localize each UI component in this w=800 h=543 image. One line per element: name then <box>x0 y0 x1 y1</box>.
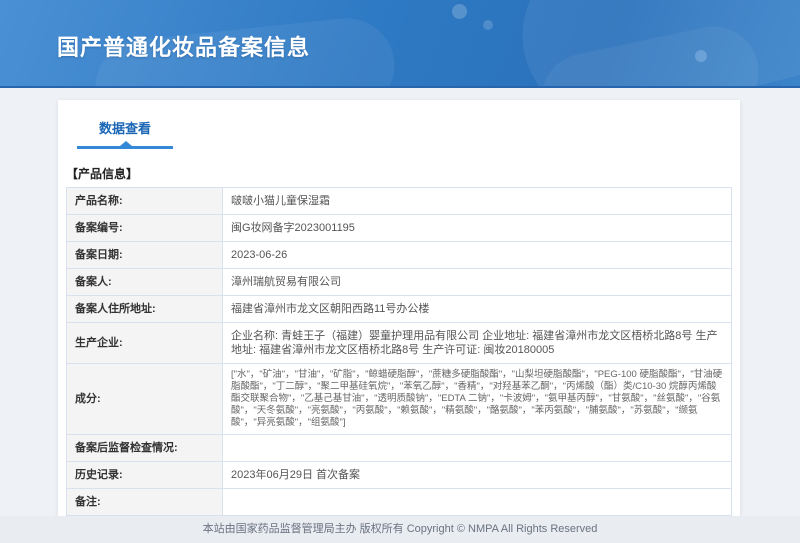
row-label: 产品名称: <box>67 188 223 215</box>
banner-decor-dot <box>695 50 707 62</box>
tab-bar: 数据查看 <box>58 100 740 149</box>
banner-decor-dot <box>483 20 493 30</box>
row-label: 备注: <box>67 489 223 516</box>
row-label: 备案后监督检查情况: <box>67 435 223 462</box>
row-label: 备案人: <box>67 269 223 296</box>
page-footer: 本站由国家药品监督管理局主办 版权所有 Copyright © NMPA All… <box>0 516 800 543</box>
table-row-supervision-check: 备案后监督检查情况: <box>67 435 732 462</box>
tab-active-arrow-icon <box>120 141 132 146</box>
table-row-registrant: 备案人: 漳州瑞航贸易有限公司 <box>67 269 732 296</box>
table-row-remarks: 备注: <box>67 489 732 516</box>
content-card: 数据查看 【产品信息】 产品名称: 啵啵小猫儿童保湿霜 备案编号: 闽G妆网备字… <box>58 100 740 543</box>
row-label: 成分: <box>67 364 223 435</box>
table-row-history: 历史记录: 2023年06月29日 首次备案 <box>67 462 732 489</box>
row-label: 生产企业: <box>67 323 223 364</box>
table-row-registration-date: 备案日期: 2023-06-26 <box>67 242 732 269</box>
page-header: 国产普通化妆品备案信息 <box>0 0 800 88</box>
copyright-text: 本站由国家药品监督管理局主办 版权所有 Copyright © NMPA All… <box>203 523 598 535</box>
row-value: 企业名称: 青蛙王子（福建）婴童护理用品有限公司 企业地址: 福建省漳州市龙文区… <box>223 323 732 364</box>
row-value: 闽G妆网备字2023001195 <box>223 215 732 242</box>
row-label: 备案编号: <box>67 215 223 242</box>
table-row-ingredients: 成分: ["水"，"矿油"，"甘油"，"矿脂"，"鲸蜡硬脂醇"，"蔗糖多硬脂酸酯… <box>67 364 732 435</box>
table-row-product-name: 产品名称: 啵啵小猫儿童保湿霜 <box>67 188 732 215</box>
row-label: 备案人住所地址: <box>67 296 223 323</box>
row-value: 漳州瑞航贸易有限公司 <box>223 269 732 296</box>
row-label: 备案日期: <box>67 242 223 269</box>
row-value: 啵啵小猫儿童保湿霜 <box>223 188 732 215</box>
table-row-registrant-address: 备案人住所地址: 福建省漳州市龙文区朝阳西路11号办公楼 <box>67 296 732 323</box>
row-value: ["水"，"矿油"，"甘油"，"矿脂"，"鲸蜡硬脂醇"，"蔗糖多硬脂酸酯"，"山… <box>223 364 732 435</box>
section-product-info-heading: 【产品信息】 <box>66 165 732 182</box>
row-value: 福建省漳州市龙文区朝阳西路11号办公楼 <box>223 296 732 323</box>
row-value: 2023年06月29日 首次备案 <box>223 462 732 489</box>
row-value: 2023-06-26 <box>223 242 732 269</box>
row-value <box>223 489 732 516</box>
product-info-table: 产品名称: 啵啵小猫儿童保湿霜 备案编号: 闽G妆网备字2023001195 备… <box>66 187 732 516</box>
table-row-registration-number: 备案编号: 闽G妆网备字2023001195 <box>67 215 732 242</box>
tab-active-underline <box>77 146 173 149</box>
row-value <box>223 435 732 462</box>
page-title: 国产普通化妆品备案信息 <box>57 30 310 62</box>
row-label: 历史记录: <box>67 462 223 489</box>
table-row-manufacturer: 生产企业: 企业名称: 青蛙王子（福建）婴童护理用品有限公司 企业地址: 福建省… <box>67 323 732 364</box>
banner-decor-dot <box>452 4 467 19</box>
